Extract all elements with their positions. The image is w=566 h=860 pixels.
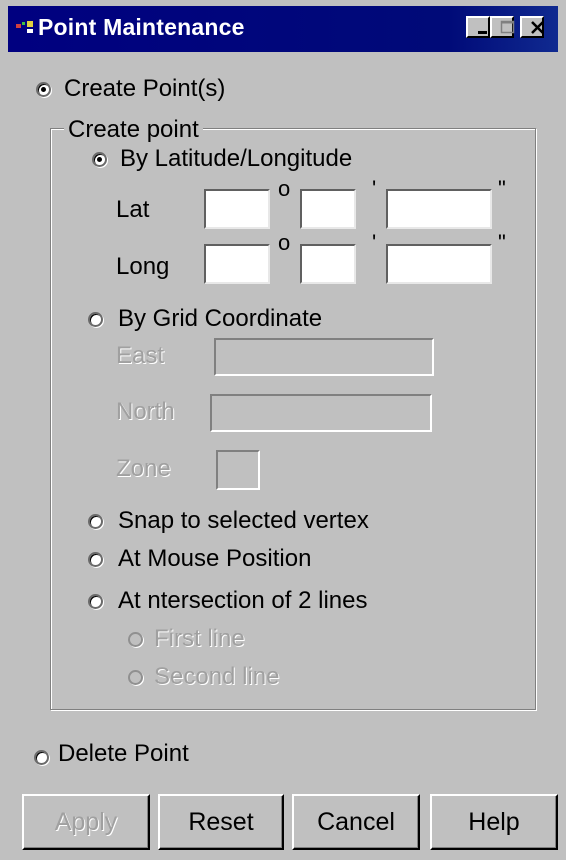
- lat-degrees-input[interactable]: [204, 189, 270, 229]
- snap-vertex-radio[interactable]: [88, 514, 103, 529]
- intersection-label: At ntersection of 2 lines: [118, 587, 368, 614]
- delete-point-label: Delete Point: [58, 740, 189, 767]
- by-grid-radio[interactable]: [88, 312, 103, 327]
- long-degree-symbol: o: [278, 230, 291, 255]
- create-points-label: Create Point(s): [64, 75, 226, 102]
- mouse-position-radio[interactable]: [88, 552, 103, 567]
- second-line-label: Second line: [154, 663, 280, 690]
- by-grid-label: By Grid Coordinate: [118, 305, 323, 332]
- close-button[interactable]: [520, 16, 544, 38]
- lat-seconds-input[interactable]: [386, 189, 492, 229]
- snap-vertex-label: Snap to selected vertex: [118, 507, 369, 534]
- by-latlong-radio[interactable]: [92, 152, 107, 167]
- apply-button[interactable]: Apply: [22, 794, 150, 850]
- delete-point-radio[interactable]: [34, 750, 49, 765]
- lat-minutes-input[interactable]: [300, 189, 356, 229]
- lat-second-symbol: ": [498, 176, 506, 201]
- second-line-radio[interactable]: [128, 670, 143, 685]
- create-point-group-label: Create point: [64, 116, 203, 144]
- mouse-position-label: At Mouse Position: [118, 545, 312, 572]
- long-minute-symbol: ': [372, 230, 377, 255]
- long-degrees-input[interactable]: [204, 244, 270, 284]
- minimize-button[interactable]: [466, 16, 490, 38]
- window-title: Point Maintenance: [38, 14, 245, 40]
- zone-input[interactable]: [216, 450, 260, 490]
- help-button[interactable]: Help: [430, 794, 558, 850]
- first-line-label: First line: [154, 625, 245, 652]
- close-icon: [531, 21, 544, 34]
- zone-label: Zone: [116, 455, 171, 482]
- maximize-button[interactable]: [490, 16, 515, 38]
- long-minutes-input[interactable]: [300, 244, 356, 284]
- create-points-radio[interactable]: [36, 82, 51, 97]
- first-line-radio[interactable]: [128, 632, 143, 647]
- north-input[interactable]: [210, 394, 432, 432]
- lat-label: Lat: [116, 196, 150, 223]
- east-input[interactable]: [214, 338, 434, 376]
- clip-strip: [0, 768, 566, 788]
- intersection-radio[interactable]: [88, 594, 103, 609]
- lat-minute-symbol: ': [372, 176, 377, 201]
- north-label: North: [116, 398, 175, 425]
- long-second-symbol: ": [498, 230, 506, 255]
- east-label: East: [116, 342, 165, 369]
- by-latlong-label: By Latitude/Longitude: [120, 145, 353, 172]
- app-icon: [16, 21, 33, 33]
- cancel-button[interactable]: Cancel: [292, 794, 420, 850]
- lat-degree-symbol: o: [278, 176, 291, 201]
- reset-button[interactable]: Reset: [158, 794, 284, 850]
- maximize-icon: [500, 20, 515, 34]
- long-seconds-input[interactable]: [386, 244, 492, 284]
- long-label: Long: [116, 253, 170, 280]
